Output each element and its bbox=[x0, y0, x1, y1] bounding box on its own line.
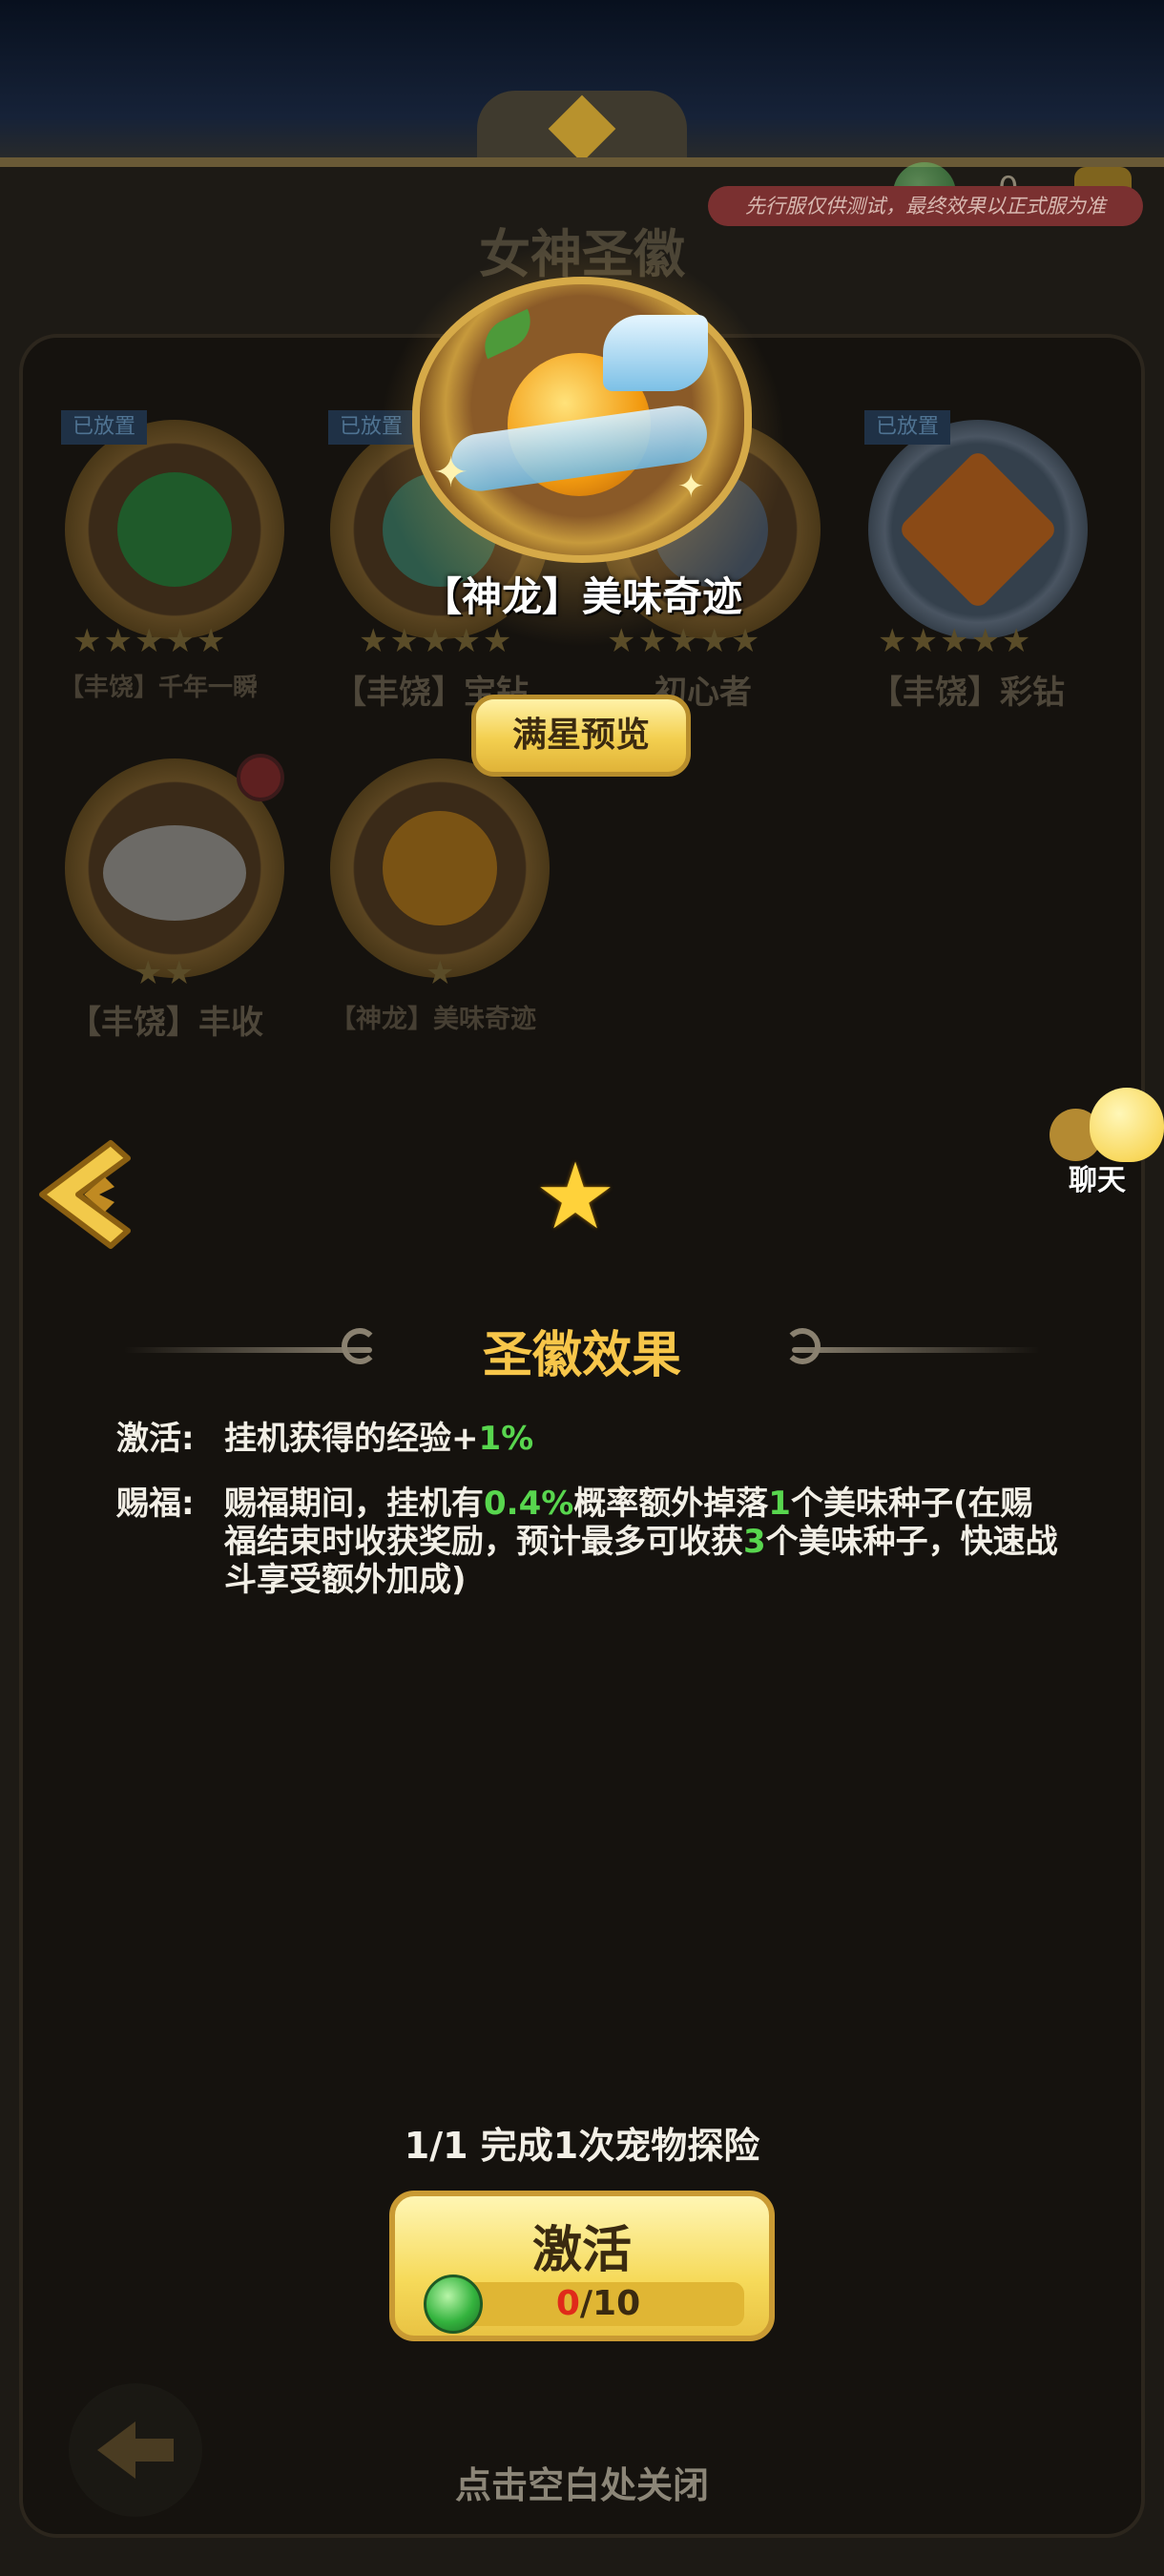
badge-stars: ★★★★★ bbox=[878, 622, 1033, 660]
chevron-left-icon bbox=[39, 1140, 131, 1249]
badge-name: 【丰饶】丰收 bbox=[69, 1004, 263, 1042]
close-hint[interactable]: 点击空白处关闭 bbox=[0, 2456, 1164, 2508]
effect-text-part: 赐福期间，挂机有 bbox=[224, 1485, 484, 1523]
bless-effect-text: 赐福期间，挂机有0.4%概率额外掉落1个美味种子(在赐福结束时收获奖励，预计最多… bbox=[224, 1485, 1064, 1599]
badge-stars: ★★★★★ bbox=[73, 622, 228, 660]
badge-name: 【神龙】美味奇迹 bbox=[330, 1005, 536, 1034]
task-progress-text: 1/1 完成1次宠物探险 bbox=[404, 2125, 760, 2167]
badge-slot-6[interactable] bbox=[321, 749, 559, 987]
chat-button[interactable]: 聊天 bbox=[1050, 1088, 1164, 1197]
divider-right bbox=[792, 1347, 1040, 1353]
placed-tag: 已放置 bbox=[61, 410, 147, 445]
placed-tag: 已放置 bbox=[864, 410, 950, 445]
activate-button-label: 激活 bbox=[531, 2222, 632, 2279]
test-server-notice: 先行服仅供测试，最终效果以正式服为准 bbox=[708, 186, 1143, 226]
cloud-icon bbox=[103, 825, 246, 921]
header-emblem bbox=[477, 91, 687, 167]
featured-badge-name: 【神龙】美味奇迹 bbox=[421, 573, 742, 620]
effect-value: 1% bbox=[478, 1420, 534, 1458]
badge-name: 【丰饶】彩钻 bbox=[870, 674, 1065, 712]
featured-badge: ✦ ✦ bbox=[412, 277, 752, 563]
cost-bar: 0/10 bbox=[452, 2282, 744, 2326]
effect-value: 0.4% bbox=[484, 1485, 574, 1523]
emblem-gem-icon bbox=[548, 94, 616, 163]
chat-label: 聊天 bbox=[1069, 1164, 1126, 1197]
sparkle-icon: ✦ bbox=[677, 467, 705, 506]
cost-required: /10 bbox=[579, 2284, 641, 2323]
star-icon: ★ bbox=[534, 1143, 617, 1250]
green-gem-icon bbox=[424, 2275, 483, 2334]
badge-stars: ★★★★★ bbox=[359, 622, 514, 660]
orange-dragon-icon bbox=[383, 811, 497, 925]
effect-text-part: 概率额外掉落 bbox=[573, 1485, 769, 1523]
sparkle-icon: ✦ bbox=[433, 448, 468, 497]
activate-effect-text: 挂机获得的经验+1% bbox=[224, 1420, 1064, 1458]
full-star-preview-button[interactable]: 满星预览 bbox=[471, 695, 691, 777]
effect-value: 3 bbox=[743, 1523, 766, 1561]
bless-effect-label: 赐福: bbox=[116, 1485, 195, 1523]
effect-value: 1 bbox=[768, 1485, 791, 1523]
cost-owned: 0 bbox=[555, 2284, 580, 2323]
notification-bell-icon bbox=[237, 754, 284, 801]
back-arrow-button[interactable] bbox=[23, 1135, 137, 1259]
activate-button[interactable]: 激活 0/10 bbox=[389, 2191, 775, 2341]
activate-effect-label: 激活: bbox=[116, 1420, 195, 1458]
badge-name: 【丰饶】千年一瞬 bbox=[59, 674, 259, 702]
cost-text: 0/10 bbox=[452, 2282, 744, 2326]
badge-stars: ★★ bbox=[134, 954, 196, 992]
badge-stars: ★ bbox=[426, 954, 457, 992]
effect-text-part: 挂机获得的经验+ bbox=[224, 1420, 479, 1458]
dragon-head-icon bbox=[603, 315, 708, 391]
swirl-ornament-icon bbox=[784, 1328, 821, 1364]
chat-face-icon bbox=[1090, 1088, 1164, 1162]
